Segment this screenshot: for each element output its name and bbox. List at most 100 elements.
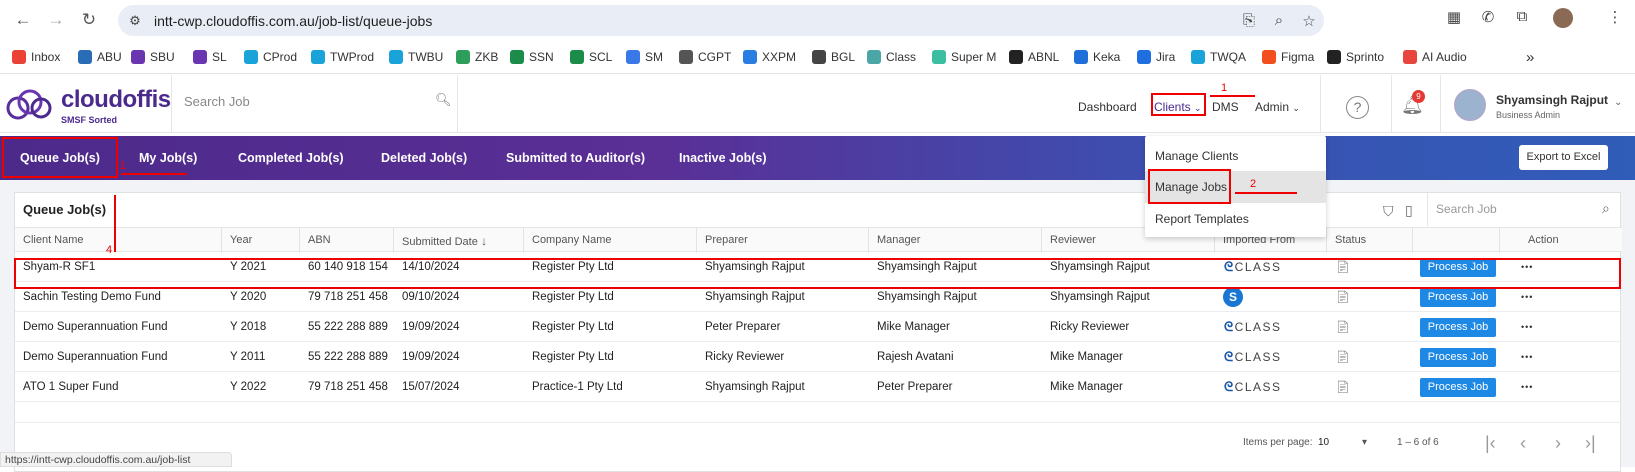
column-header[interactable]: ABN [308,234,331,246]
zoom-icon[interactable]: ⌕ [1264,12,1294,29]
items-per-page-select[interactable]: 10 [1318,437,1329,448]
tab-submitted-to-auditors[interactable]: Submitted to Auditor(s) [506,151,645,165]
header-search-input[interactable]: Search Job [184,94,250,109]
cloud-logo-icon [6,89,52,120]
bookmark-cgpt[interactable]: CGPT [679,40,731,74]
bookmark-twqa[interactable]: TWQA [1191,40,1246,74]
cloudoffis-logo[interactable]: cloudoffis SMSF Sorted [6,84,171,125]
tab-completed-jobs[interactable]: Completed Job(s) [238,151,344,165]
bookmark-ai-audio[interactable]: AI Audio [1403,40,1467,74]
chevron-down-icon[interactable]: ▾ [1362,437,1367,448]
extensions-icon[interactable]: ⧉ [1510,8,1534,25]
menu-icon[interactable]: ⋮ [1603,8,1627,26]
cell-client: Sachin Testing Demo Fund [23,291,161,303]
bookmark-label: ZKB [475,50,499,64]
column-header[interactable]: Company Name [532,234,611,246]
column-header[interactable]: Submitted Date ↓ [402,234,487,248]
search-icon[interactable]: 🔍︎ [435,92,452,108]
process-job-button[interactable]: Process Job [1420,318,1496,337]
column-header[interactable]: Preparer [705,234,748,246]
reload-icon[interactable]: ↻ [77,8,101,32]
filter-icon[interactable]: ⛉ [1383,203,1394,220]
menu-item-manage-clients[interactable]: Manage Clients [1145,140,1326,172]
table-row[interactable]: Demo Superannuation Fund Y 2018 55 222 288… [15,312,1622,342]
cell-date: 19/09/2024 [402,321,460,333]
column-header[interactable]: Manager [877,234,920,246]
bookmark-sm[interactable]: SM [626,40,663,74]
document-status-icon[interactable]: 📄︎ [1335,290,1350,304]
bookmark-twprod[interactable]: TWProd [311,40,374,74]
more-actions-icon[interactable]: ••• [1521,322,1533,332]
columns-icon[interactable]: ▯ [1405,202,1413,219]
bookmark-class[interactable]: Class [867,40,916,74]
document-status-icon[interactable]: 📄︎ [1335,380,1350,394]
bookmark-abnl[interactable]: ABNL [1009,40,1059,74]
back-icon[interactable]: ← [11,8,35,32]
more-actions-icon[interactable]: ••• [1521,292,1533,302]
more-actions-icon[interactable]: ••• [1521,352,1533,362]
bookmark-cprod[interactable]: CProd [244,40,297,74]
previous-page-icon[interactable]: ‹ [1520,433,1526,454]
bookmark-figma[interactable]: Figma [1262,40,1314,74]
site-info-icon[interactable]: ⚙ [126,12,144,30]
qr-icon[interactable]: ▦ [1442,8,1466,26]
bookmark-zkb[interactable]: ZKB [456,40,498,74]
forward-icon[interactable]: → [44,8,68,32]
document-status-icon[interactable]: 📄︎ [1335,320,1350,334]
bookmarks-overflow-icon[interactable]: » [1526,40,1534,74]
bookmark-label: TWBU [408,50,444,64]
user-name[interactable]: Shyamsingh Rajput [1496,93,1608,107]
next-page-icon[interactable]: › [1555,433,1561,454]
bookmark-label: XXPM [762,50,797,64]
process-job-button[interactable]: Process Job [1420,288,1496,307]
process-job-button[interactable]: Process Job [1420,348,1496,367]
bookmark-super-m[interactable]: Super M [932,40,996,74]
nav-dashboard[interactable]: Dashboard [1078,100,1137,114]
process-job-button[interactable]: Process Job [1420,378,1496,397]
search-icon[interactable]: ⌕ [1602,200,1610,217]
column-separator [696,228,697,253]
notification-bell-icon[interactable]: 🔔︎ 9 [1401,90,1425,116]
bookmark-abu[interactable]: ABU [78,40,122,74]
bookmark-sbu[interactable]: SBU [131,40,175,74]
cell-client: Demo Superannuation Fund [23,351,168,363]
address-bar[interactable]: ⚙ intt-cwp.cloudoffis.com.au/job-list/qu… [118,5,1324,36]
bookmark-sl[interactable]: SL [193,40,227,74]
last-page-icon[interactable]: ›| [1585,433,1596,454]
bookmark-jira[interactable]: Jira [1137,40,1175,74]
table-row[interactable]: ATO 1 Super Fund Y 2022 79 718 251 458 15/0… [15,372,1622,402]
table-row[interactable]: Demo Superannuation Fund Y 2011 55 222 288… [15,342,1622,372]
more-actions-icon[interactable]: ••• [1521,382,1533,392]
phone-extension-icon[interactable]: ✆ [1476,8,1500,26]
document-status-icon[interactable]: 📄︎ [1335,350,1350,364]
column-header[interactable]: Client Name [23,234,84,246]
bookmark-twbu[interactable]: TWBU [389,40,443,74]
column-header[interactable]: Reviewer [1050,234,1096,246]
help-icon[interactable]: ? [1346,96,1369,119]
column-header[interactable]: Year [230,234,252,246]
menu-item-report-templates[interactable]: Report Templates [1145,203,1326,235]
tab-deleted-jobs[interactable]: Deleted Job(s) [381,151,467,165]
bookmark-sprinto[interactable]: Sprinto [1327,40,1384,74]
bookmark-keka[interactable]: Keka [1074,40,1120,74]
bookmark-inbox[interactable]: Inbox [12,40,60,74]
sort-desc-icon[interactable]: ↓ [478,234,487,248]
tab-my-jobs[interactable]: My Job(s) [139,151,197,165]
install-icon[interactable]: ⎘ [1234,12,1264,29]
bookmark-bgl[interactable]: BGL [812,40,855,74]
bookmark-xxpm[interactable]: XXPM [743,40,796,74]
chevron-down-icon[interactable]: ⌄ [1614,97,1622,108]
profile-avatar-icon[interactable] [1553,8,1573,28]
table-search-input[interactable]: Search Job ⌕ [1427,193,1622,226]
nav-admin[interactable]: Admin ⌄ [1255,100,1300,114]
bookmark-ssn[interactable]: SSN [510,40,554,74]
user-avatar[interactable] [1454,89,1486,121]
bookmark-scl[interactable]: SCL [570,40,612,74]
divider [1320,75,1321,133]
nav-dms[interactable]: DMS [1212,100,1239,114]
first-page-icon[interactable]: |‹ [1485,433,1496,454]
export-to-excel-button[interactable]: Export to Excel [1519,145,1608,170]
bookmark-star-icon[interactable]: ☆ [1294,12,1324,30]
browser-status-url: https://intt-cwp.cloudoffis.com.au/job-l… [0,452,232,467]
tab-inactive-jobs[interactable]: Inactive Job(s) [679,151,767,165]
